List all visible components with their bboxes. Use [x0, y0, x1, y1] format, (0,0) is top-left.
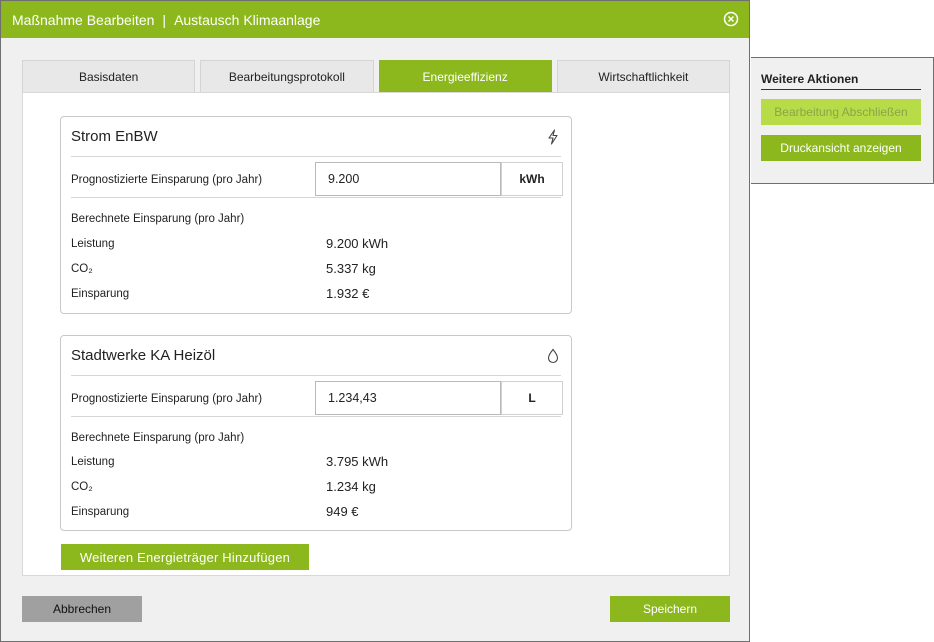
dialog-title-separator: | — [162, 11, 167, 28]
cancel-button[interactable]: Abbrechen — [22, 596, 142, 622]
save-button[interactable]: Speichern — [610, 596, 730, 622]
card-title: Strom EnBW — [71, 128, 158, 145]
forecast-savings-label: Prognostizierte Einsparung (pro Jahr) — [71, 174, 263, 186]
calc-value: 9.200 kWh — [326, 236, 389, 251]
calc-label: Einsparung — [71, 288, 130, 300]
calc-value: 3.795 kWh — [326, 454, 389, 469]
unit-label: kWh — [501, 162, 563, 196]
calc-row-co2: CO₂ 5.337 kg — [71, 261, 551, 279]
add-energy-carrier-button[interactable]: Weiteren Energieträger Hinzufügen — [61, 544, 309, 570]
calc-label: Einsparung — [71, 506, 130, 518]
print-view-button[interactable]: Druckansicht anzeigen — [761, 135, 921, 161]
energy-carrier-card: Strom EnBW Prognostizierte Einsparung (p… — [60, 116, 572, 314]
calc-value: 949 € — [326, 504, 359, 519]
card-title: Stadtwerke KA Heizöl — [71, 347, 216, 364]
calc-label: Leistung — [71, 456, 115, 468]
card-header: Strom EnBW — [71, 117, 561, 157]
more-actions-title: Weitere Aktionen — [761, 72, 921, 90]
calc-label: CO₂ — [71, 481, 93, 493]
calc-label: Leistung — [71, 238, 115, 250]
drop-icon — [547, 348, 559, 363]
close-icon[interactable] — [723, 11, 739, 27]
calculated-savings-title: Berechnete Einsparung (pro Jahr) — [71, 213, 245, 225]
dialog-title-action: Maßnahme Bearbeiten — [12, 11, 155, 28]
calc-label: CO₂ — [71, 263, 93, 275]
tab-bearbeitungsprotokoll[interactable]: Bearbeitungsprotokoll — [200, 60, 374, 92]
calc-value: 5.337 kg — [326, 261, 376, 276]
more-actions-panel: Weitere Aktionen Bearbeitung Abschließen… — [751, 57, 934, 184]
calc-row-savings: Einsparung 949 € — [71, 504, 551, 522]
calc-row-co2: CO₂ 1.234 kg — [71, 479, 551, 497]
tab-wirtschaftlichkeit[interactable]: Wirtschaftlichkeit — [556, 60, 730, 92]
calc-row-power: Leistung 3.795 kWh — [71, 454, 551, 472]
calc-value: 1.234 kg — [326, 479, 376, 494]
dialog-titlebar: Maßnahme Bearbeiten | Austausch Klimaanl… — [1, 1, 749, 38]
tab-bar: Basisdaten Bearbeitungsprotokoll Energie… — [22, 60, 730, 92]
forecast-savings-label: Prognostizierte Einsparung (pro Jahr) — [71, 393, 263, 405]
forecast-savings-input[interactable] — [315, 162, 501, 196]
edit-measure-dialog: Maßnahme Bearbeiten | Austausch Klimaanl… — [0, 0, 750, 642]
tab-energieeffizienz[interactable]: Energieeffizienz — [378, 60, 552, 92]
forecast-savings-row: Prognostizierte Einsparung (pro Jahr) kW… — [71, 162, 563, 198]
calc-value: 1.932 € — [326, 286, 370, 301]
card-header: Stadtwerke KA Heizöl — [71, 336, 561, 376]
energy-carrier-card: Stadtwerke KA Heizöl Prognostizierte Ein… — [60, 335, 572, 531]
tab-basisdaten[interactable]: Basisdaten — [22, 60, 196, 92]
lightning-icon — [548, 128, 558, 145]
forecast-savings-row: Prognostizierte Einsparung (pro Jahr) L — [71, 381, 563, 417]
calc-row-savings: Einsparung 1.932 € — [71, 286, 551, 304]
energy-efficiency-panel: Strom EnBW Prognostizierte Einsparung (p… — [22, 92, 730, 576]
calc-row-power: Leistung 9.200 kWh — [71, 236, 551, 254]
finish-editing-button[interactable]: Bearbeitung Abschließen — [761, 99, 921, 125]
forecast-savings-input[interactable] — [315, 381, 501, 415]
calculated-savings-title: Berechnete Einsparung (pro Jahr) — [71, 432, 245, 444]
unit-label: L — [501, 381, 563, 415]
dialog-title-subject: Austausch Klimaanlage — [174, 11, 321, 28]
